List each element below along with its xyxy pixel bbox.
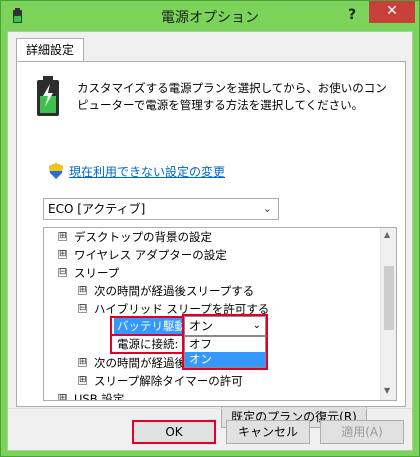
expand-icon[interactable]: ⊞ [58, 232, 67, 241]
expand-icon[interactable]: ⊞ [78, 376, 87, 385]
cancel-button[interactable]: キャンセル [226, 420, 310, 444]
collapse-icon[interactable]: ⊟ [78, 304, 87, 313]
ac-label-highlight [110, 334, 186, 354]
tree-item[interactable]: ⊞ スリープ解除タイマーの許可 [78, 372, 243, 390]
expand-icon[interactable]: ⊞ [58, 394, 67, 400]
battery-icon [37, 76, 59, 116]
tree-item-label: スリープ [74, 266, 120, 280]
tree-scrollbar[interactable]: ▲ ▼ [380, 228, 396, 400]
tree-item-label: デスクトップの背景の設定 [74, 230, 212, 244]
settings-tree[interactable]: ⊞ デスクトップの背景の設定 ⊞ ワイヤレス アダプターの設定 ⊟ スリープ ⊞… [43, 227, 397, 401]
change-unavailable-settings-link[interactable]: 現在利用できない設定の変更 [69, 163, 225, 180]
expand-icon[interactable]: ⊞ [58, 250, 67, 259]
scrollbar-thumb[interactable] [384, 266, 394, 330]
dialog-client-area: 詳細設定 カスタマイズする電源プランを選択してから、お使いのコンピューターで電源… [7, 31, 413, 451]
power-plan-select[interactable]: ECO [アクティブ] ⌄ [43, 198, 279, 220]
tree-item[interactable]: ⊞ ワイヤレス アダプターの設定 [58, 246, 227, 264]
help-button[interactable]: ? [341, 4, 363, 26]
tree-item[interactable]: ⊞ デスクトップの背景の設定 [58, 228, 212, 246]
scroll-down-icon[interactable]: ▼ [384, 386, 390, 395]
battery-label-highlight [110, 316, 186, 336]
power-options-window: 電源オプション ? ✕ 詳細設定 カスタマイズする電源プランを選択してから、お使… [0, 0, 420, 457]
uac-shield-icon [49, 163, 63, 179]
footer-divider [8, 408, 412, 409]
tree-item-label: スリープ解除タイマーの許可 [94, 374, 243, 388]
scroll-up-icon[interactable]: ▲ [384, 230, 390, 239]
ok-button[interactable]: OK [132, 420, 216, 444]
tree-item[interactable]: ⊞ USB 設定 [58, 390, 125, 401]
tree-item-label: 次の時間が経過後 [94, 356, 186, 370]
tab-advanced-settings[interactable]: 詳細設定 [16, 38, 84, 62]
tree-item-label: ワイヤレス アダプターの設定 [74, 248, 227, 262]
apply-button[interactable]: 適用(A) [320, 420, 404, 444]
tree-item[interactable]: ⊟ スリープ [58, 264, 119, 282]
close-button[interactable]: ✕ [369, 1, 415, 23]
collapse-icon[interactable]: ⊟ [58, 268, 67, 277]
title-bar[interactable]: 電源オプション ? ✕ [1, 1, 419, 31]
advanced-settings-panel: カスタマイズする電源プランを選択してから、お使いのコンピューターで電源を管理する… [16, 61, 406, 428]
tree-item[interactable]: ⊞ 次の時間が経過後スリープする [78, 282, 254, 300]
dropdown-highlight [182, 314, 268, 370]
tree-item-label: USB 設定 [74, 392, 125, 401]
expand-icon[interactable]: ⊞ [78, 286, 87, 295]
tree-item[interactable]: ⊞ 次の時間が経過後 [78, 354, 186, 372]
plan-description: カスタマイズする電源プランを選択してから、お使いのコンピューターで電源を管理する… [77, 81, 387, 112]
power-plan-value: ECO [アクティブ] [48, 202, 146, 216]
tree-item-label: 次の時間が経過後スリープする [94, 284, 255, 298]
chevron-down-icon: ⌄ [262, 202, 272, 215]
expand-icon[interactable]: ⊞ [78, 358, 87, 367]
